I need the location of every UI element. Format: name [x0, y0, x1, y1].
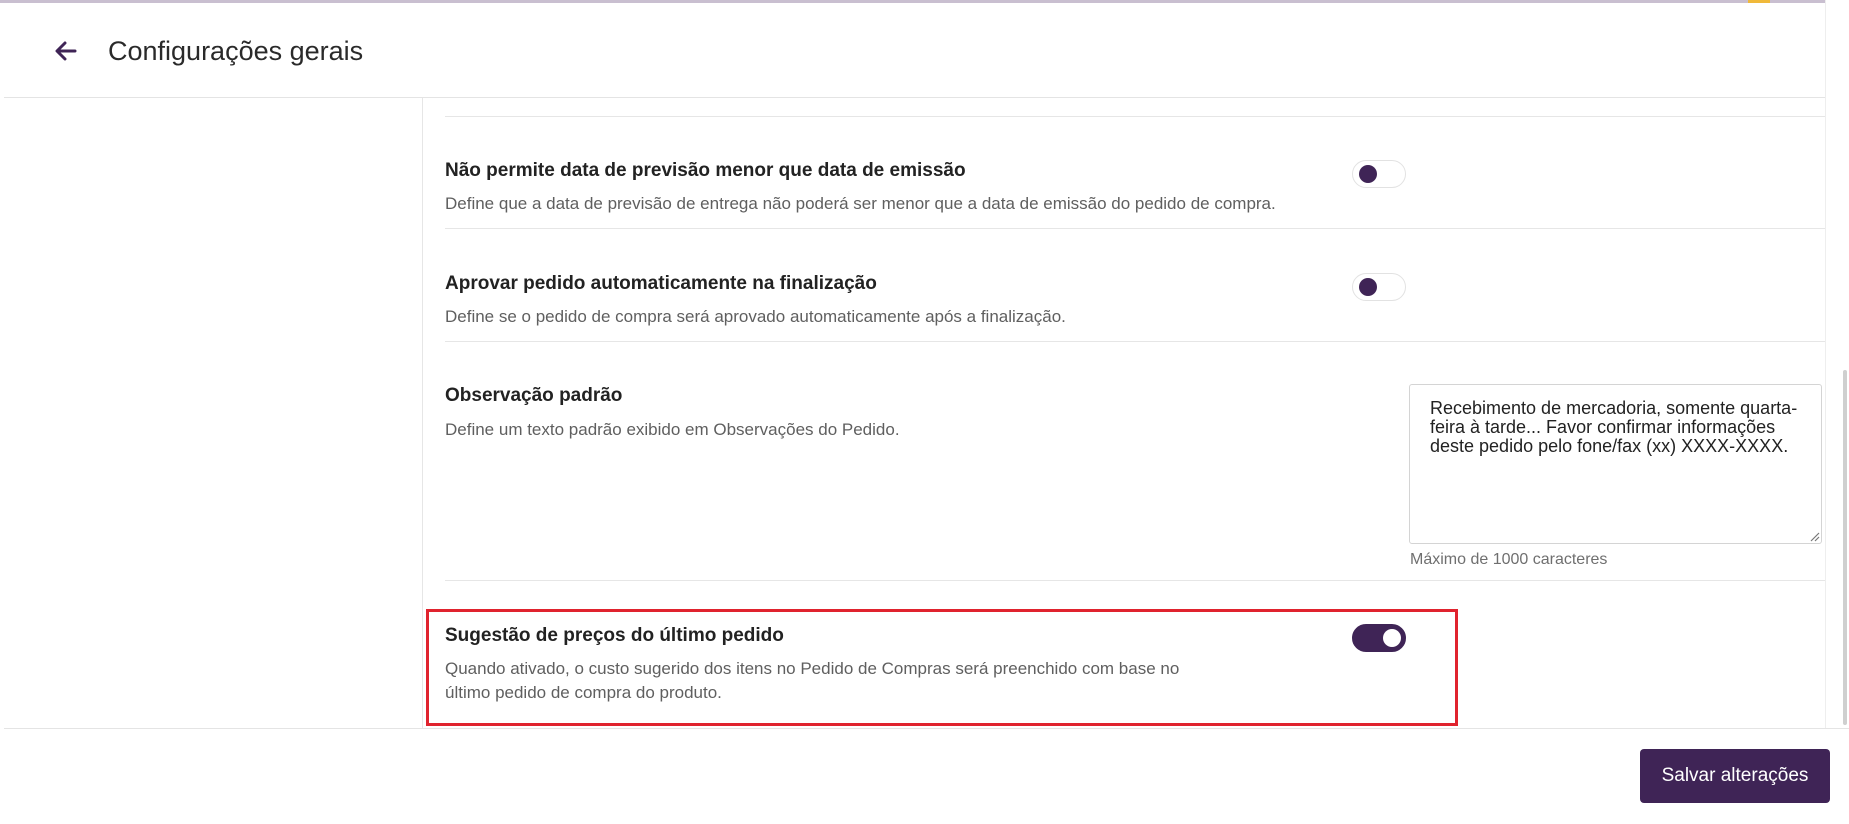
- page-header: Configurações gerais: [4, 3, 1849, 98]
- page-title: Configurações gerais: [108, 36, 364, 66]
- save-button[interactable]: Salvar alterações: [1640, 749, 1830, 803]
- resize-handle-icon[interactable]: [1809, 531, 1820, 542]
- setting-desc-auto-approve: Define se o pedido de compra será aprova…: [445, 307, 1066, 326]
- setting-desc-price-suggestion-line2: último pedido de compra do produto.: [445, 683, 722, 702]
- divider: [445, 341, 1844, 342]
- sidebar: [4, 98, 423, 728]
- divider: [445, 228, 1844, 229]
- back-button[interactable]: [48, 33, 84, 69]
- toggle-date-restriction[interactable]: [1352, 160, 1406, 188]
- settings-page: Configurações gerais Não permite data de…: [0, 0, 1849, 824]
- toggle-knob: [1359, 165, 1377, 183]
- setting-desc-date-restriction: Define que a data de previsão de entrega…: [445, 194, 1276, 213]
- page-footer: Salvar alterações: [4, 728, 1849, 824]
- setting-title-default-note: Observação padrão: [445, 385, 623, 406]
- toggle-knob: [1359, 278, 1377, 296]
- toggle-auto-approve[interactable]: [1352, 273, 1406, 301]
- scrollbar-thumb[interactable]: [1843, 370, 1847, 725]
- divider: [445, 580, 1844, 581]
- setting-desc-default-note: Define um texto padrão exibido em Observ…: [445, 420, 900, 439]
- toggle-price-suggestion[interactable]: [1352, 624, 1406, 652]
- divider: [445, 116, 1844, 117]
- setting-title-auto-approve: Aprovar pedido automaticamente na finali…: [445, 273, 877, 294]
- setting-title-date-restriction: Não permite data de previsão menor que d…: [445, 160, 966, 181]
- settings-content: Não permite data de previsão menor que d…: [423, 98, 1844, 728]
- char-limit-hint: Máximo de 1000 caracteres: [1410, 551, 1608, 568]
- setting-desc-price-suggestion-line1: Quando ativado, o custo sugerido dos ite…: [445, 659, 1180, 678]
- default-note-textarea[interactable]: [1409, 384, 1822, 544]
- arrow-left-icon: [55, 41, 77, 61]
- setting-title-price-suggestion: Sugestão de preços do último pedido: [445, 625, 784, 646]
- toggle-knob: [1383, 629, 1401, 647]
